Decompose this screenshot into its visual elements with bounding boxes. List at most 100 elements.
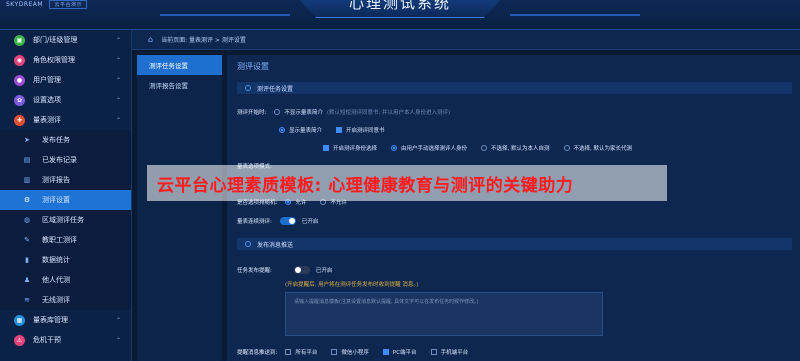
sidebar-item-library[interactable]: ▦ 量表库管理 ⌃ <box>0 310 131 330</box>
message-template-textarea[interactable]: 请输入提醒消息模板(注意设置消息默认提醒, 具体文字可以在发布任务时候作修改。) <box>285 292 603 336</box>
wifi-icon: ≋ <box>24 296 30 304</box>
settings-tab-column: 测评任务设置 测评报告设置 <box>137 55 222 361</box>
section-dot-icon <box>245 85 251 91</box>
sidebar-item-label: 部门/班级管理 <box>33 36 78 44</box>
header-decoration-left <box>160 14 290 16</box>
sidebar-item-building[interactable]: ▣ 部门/班级管理 ⌃ <box>0 30 131 50</box>
sidebar-item-record[interactable]: ▤ 已发布记录 <box>0 150 131 170</box>
opt-default-self[interactable]: 不选择, 默认为本人自测 <box>481 144 550 152</box>
app-title: 心理测试系统 <box>348 0 451 12</box>
chevron-icon: ⌃ <box>115 76 121 84</box>
tab-task-settings[interactable]: 测评任务设置 <box>137 55 222 75</box>
opt-consent[interactable]: 开启测评同意书 <box>336 126 385 134</box>
gear-icon: ✿ <box>14 94 25 106</box>
checkbox-icon <box>285 349 292 355</box>
sidebar-item-user[interactable]: ● 用户管理 ⌃ <box>0 70 131 90</box>
opt-channel-all[interactable]: 所有平台 <box>285 348 317 356</box>
send-icon: ➤ <box>24 136 30 144</box>
breadcrumb-text: 当前页面: 量表测评 > 测评设置 <box>161 37 246 44</box>
tab-report-settings[interactable]: 测评报告设置 <box>137 75 222 95</box>
push-hint: (开启提醒后, 用户将在测评任务发布时收到提醒 消息。) <box>285 282 419 288</box>
continue-toggle[interactable] <box>279 217 296 225</box>
sidebar-item-role[interactable]: ◉ 角色权限管理 ⌃ <box>0 50 131 70</box>
sidebar-item-staff[interactable]: ✎ 教职工测评 <box>0 230 131 250</box>
checkbox-icon <box>331 349 338 355</box>
section-title: 测评任务设置 <box>257 85 294 93</box>
checkbox-checked-icon <box>382 349 389 355</box>
chevron-icon: ⌃ <box>115 116 121 124</box>
app-title-plate: 心理测试系统 <box>300 0 500 18</box>
opt-identity[interactable]: 开启测评身份选择 <box>323 144 377 152</box>
staff-icon: ✎ <box>24 236 30 244</box>
user-icon: ● <box>14 74 25 86</box>
scale-icon: ✚ <box>14 114 25 126</box>
sidebar-item-label: 区域测评任务 <box>42 216 84 224</box>
start-row: 测评开始时: 不显示量表简介 (默认短短测评同意书, 并以用户本人身份进入测评) <box>237 108 464 116</box>
proxy-icon: ♟ <box>23 276 31 284</box>
home-icon[interactable]: ⌂ <box>148 35 153 44</box>
radio-icon <box>274 109 281 115</box>
chart-icon: ▮ <box>25 256 29 264</box>
sidebar-item-area[interactable]: ◍ 区域测评任务 <box>0 210 131 230</box>
sidebar-item-send[interactable]: ➤ 发布任务 <box>0 130 131 150</box>
radio-selected-icon <box>279 127 285 133</box>
checkbox-checked-icon <box>323 145 329 151</box>
report-icon: ▥ <box>23 176 31 184</box>
breadcrumb: ⌂ 当前页面: 量表测评 > 测评设置 <box>132 30 800 50</box>
opt-manual[interactable]: 由用户手动选择测评人身份 <box>391 144 467 152</box>
area-icon: ◍ <box>23 216 31 224</box>
opt-channel-mobile[interactable]: 手机端平台 <box>430 348 468 356</box>
promo-banner: 云平台心理素质模板: 心理健康教育与测评的关键助力 <box>147 165 667 201</box>
continue-label: 量表连续测评: <box>237 219 272 225</box>
sidebar-item-chart[interactable]: ▮ 数据统计 <box>0 250 131 270</box>
radio-selected-icon <box>391 145 398 151</box>
section-dot-icon <box>245 241 251 247</box>
library-icon: ▦ <box>14 314 25 326</box>
sidebar-item-report[interactable]: ▥ 测评报告 <box>0 170 131 190</box>
settings-panel: 测评设置 测评任务设置 测评开始时: 不显示量表简介 (默认短短测评同意书, 并以… <box>227 55 800 361</box>
role-icon: ◉ <box>14 54 25 66</box>
logo: SKYDREAM 云平台演示 <box>6 0 87 10</box>
opt-channel-pc[interactable]: PC端平台 <box>382 348 417 356</box>
sidebar-item-label: 测评设置 <box>42 196 70 204</box>
push-toggle[interactable] <box>293 266 310 274</box>
sidebar: ▣ 部门/班级管理 ⌃ ◉ 角色权限管理 ⌃ ● 用户管理 ⌃ ✿ 设置选项 ⌃ ✚ 量表测评 ⌃ ➤ 发布任务… <box>0 30 132 361</box>
identity-row: 开启测评身份选择 由用户手动选择测评人身份 不选择, 默认为本人自测 不选择, … <box>323 144 646 152</box>
push-row: 任务发布提醒: 已开启 <box>237 266 332 274</box>
chevron-icon: ⌃ <box>115 316 121 324</box>
sidebar-item-label: 已发布记录 <box>42 156 77 164</box>
alert-icon: ⚠ <box>14 334 25 346</box>
sidebar-item-label: 危机干预 <box>33 336 61 344</box>
sidebar-item-label: 无线测评 <box>42 296 70 304</box>
sidebar-item-wifi[interactable]: ≋ 无线测评 <box>0 290 131 310</box>
sidebar-item-proxy[interactable]: ♟ 他人代测 <box>0 270 131 290</box>
continue-row: 量表连续测评: 已开启 <box>237 217 318 225</box>
sidebar-item-label: 设置选项 <box>33 96 61 104</box>
building-icon: ▣ <box>14 34 25 46</box>
section-title: 发布消息推送 <box>257 241 294 249</box>
intro-row: 显示量表简介 开启测评同意书 <box>279 126 399 134</box>
logo-text: SKYDREAM <box>6 1 44 8</box>
chevron-icon: ⌃ <box>115 336 121 344</box>
checkbox-checked-icon <box>336 127 343 133</box>
radio-icon <box>481 145 488 151</box>
start-label: 测评开始时: <box>237 110 267 116</box>
panel-title: 测评设置 <box>237 62 269 71</box>
push-state: 已开启 <box>315 268 333 274</box>
opt-show-intro[interactable]: 显示量表简介 <box>279 126 322 134</box>
sidebar-item-scale[interactable]: ✚ 量表测评 ⌃ <box>0 110 131 130</box>
opt-no-intro[interactable]: 不显示量表简介 (默认短短测评同意书, 并以用户本人身份进入测评) <box>274 108 450 116</box>
radio-icon <box>563 145 570 151</box>
sidebar-item-label: 用户管理 <box>33 76 61 84</box>
sidebar-item-label: 发布任务 <box>42 136 70 144</box>
sidebar-item-alert[interactable]: ⚠ 危机干预 ⌃ <box>0 330 131 350</box>
opt-default-parent[interactable]: 不选择, 默认为家长代测 <box>563 144 632 152</box>
sidebar-item-settings[interactable]: ⚙ 测评设置 <box>0 190 131 210</box>
sidebar-item-label: 测评报告 <box>42 176 70 184</box>
sidebar-item-label: 教职工测评 <box>42 236 77 244</box>
continue-state: 已开启 <box>301 219 319 225</box>
sidebar-item-label: 量表测评 <box>33 116 61 124</box>
sidebar-item-label: 角色权限管理 <box>33 56 75 64</box>
opt-channel-wechat[interactable]: 微信小程序 <box>331 348 369 356</box>
sidebar-item-gear[interactable]: ✿ 设置选项 ⌃ <box>0 90 131 110</box>
